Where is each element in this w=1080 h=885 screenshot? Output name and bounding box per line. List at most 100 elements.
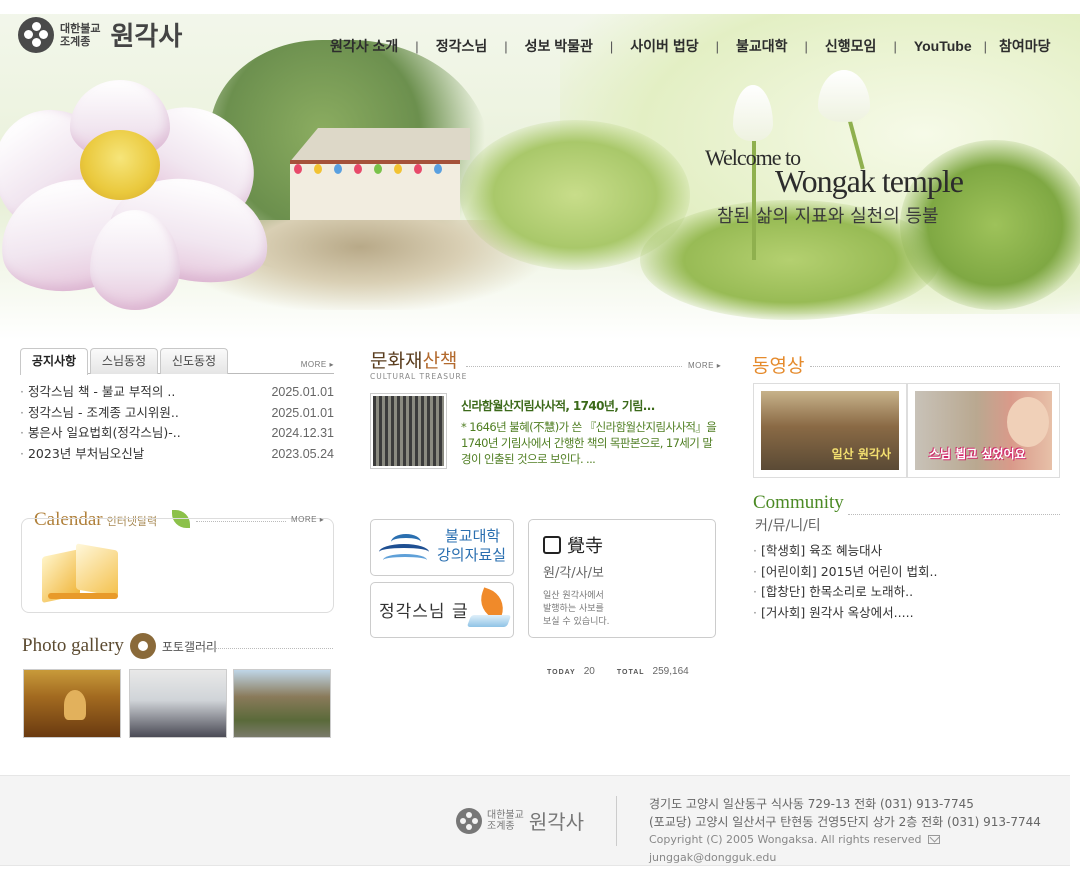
tab-notice[interactable]: 공지사항 [20,348,88,375]
welcome-text: Welcome to Wongak temple 참된 삶의 지표와 실천의 등… [705,145,964,228]
nav-item-monk[interactable]: 정각스님 [436,36,488,56]
divider [810,366,1060,367]
gallery-photo-2[interactable] [129,669,227,738]
list-item[interactable]: [학생회] 육조 혜능대사 [753,541,937,562]
footer-copyright: Copyright (C) 2005 Wongaksa. All rights … [649,833,922,846]
list-item[interactable]: 정각스님 - 조계종 고시위원.. 2025.01.01 [20,403,334,424]
lantern [294,164,302,174]
nav-separator: | [983,38,988,54]
list-item[interactable]: [거사회] 원각사 옥상에서..... [753,603,937,624]
person-image [1007,397,1049,447]
welcome-line-2: Wongak temple [775,163,964,199]
footer-logo-sub-2: 조계종 [487,820,515,832]
tab-monk-news[interactable]: 스님동정 [90,348,158,374]
temple-roof [291,128,470,160]
heritage-body: * 1646년 불혜(不慧)가 쓴 『신라함월산지림사사적』을 1740년 기림… [461,420,717,466]
gallery-photo-1[interactable] [23,669,121,738]
nav-item-youtube[interactable]: YouTube [914,38,972,54]
heritage-headline[interactable]: 신라함월산지림사사적, 1740년, 기림... [461,397,655,414]
list-item[interactable]: [어린이회] 2015년 어린이 법회.. [753,562,937,583]
footer-emblem-icon [456,807,482,834]
bulletin-banner[interactable]: 覺寺 원/각/사/보 일산 원각사에서 발행하는 사보를 보실 수 있습니다. [528,519,716,638]
nav-item-cyber-hall[interactable]: 사이버 법당 [630,36,698,56]
video-caption-1: 일산 원각사 [831,447,891,461]
logo-subtitle: 대한불교 조계종 [60,22,100,48]
notice-more-link[interactable]: MORE ▸ [301,360,334,369]
logo-emblem-icon [18,16,54,53]
logo-name: 원각사 [110,22,183,52]
community-list: [학생회] 육조 혜능대사 [어린이회] 2015년 어린이 법회.. [합창단… [753,541,937,623]
notice-title: 정각스님 - 조계종 고시위원.. [20,403,179,424]
heritage-subtitle: CULTURAL TREASURE [370,372,468,381]
calendar-box[interactable] [21,518,334,613]
gallery-title-en: Photo gallery [22,635,124,656]
nav-item-museum[interactable]: 성보 박물관 [525,36,593,56]
video-title: 동영상 [752,355,805,377]
footer-divider [616,796,617,846]
footer: 대한불교 조계종 원각사 경기도 고양시 일산동구 식사동 729-13 전화 … [0,775,1070,866]
main-navigation: 원각사 소개 | 정각스님 | 성보 박물관 | 사이버 법당 | 불교대학 |… [330,36,1051,56]
footer-logo: 대한불교 조계종 원각사 [456,806,584,835]
video-image-2: 스님 뵙고 싶었어요 [915,391,1052,470]
bulletin-subtitle: 원/각/사/보 [543,566,604,581]
page: 대한불교 조계종 원각사 원각사 소개 | 정각스님 | 성보 박물관 | 사이… [0,0,1080,885]
lantern [394,164,402,174]
lotus-flower-image [0,70,290,320]
nav-item-about[interactable]: 원각사 소개 [330,36,398,56]
footer-info: 경기도 고양시 일산동구 식사동 729-13 전화 (031) 913-774… [649,795,1070,867]
notice-title: 정각스님 책 - 불교 부적의 .. [20,382,175,403]
heritage-title: 문화재산책 [370,346,457,373]
site-logo[interactable]: 대한불교 조계종 원각사 [18,16,182,53]
list-item[interactable]: 2023년 부처님오신날 2023.05.24 [20,444,334,465]
nav-item-groups[interactable]: 신행모임 [825,36,877,56]
top-band [0,0,1080,14]
video-caption-2: 스님 뵙고 싶었어요 [929,447,1026,461]
notice-title: 2023년 부처님오신날 [20,444,144,465]
nav-separator: | [893,38,897,54]
bulletin-desc-2: 발행하는 사보를 [543,604,604,614]
footer-logo-name: 원각사 [528,810,585,834]
list-item[interactable]: 정각스님 책 - 불교 부적의 .. 2025.01.01 [20,382,334,403]
notice-date: 2023.05.24 [271,446,334,461]
nav-item-participation[interactable]: 참여마당 [999,36,1051,56]
video-thumbnail-1[interactable]: 일산 원각사 [753,383,907,478]
college-lecture-banner[interactable]: 불교대학 강의자료실 [370,519,514,576]
footer-email[interactable]: junggak@dongguk.edu [649,851,776,864]
heritage-title-b: 산책 [422,350,458,372]
visitor-counter: TODAY 20 TOTAL 259,164 [547,666,689,677]
nav-separator: | [804,38,808,54]
list-item[interactable]: [합창단] 한목소리로 노래하.. [753,582,937,603]
video-thumbnail-2[interactable]: 스님 뵙고 싶었어요 [907,383,1060,478]
book-icon [38,543,120,604]
gallery-title: Photo gallery 포토갤러리 [22,633,217,659]
flower-icon [129,633,156,659]
writing-banner-text: 정각스님 글 [379,602,469,622]
community-title-kr: 커/뮤/니/티 [755,518,821,534]
hero-banner: 대한불교 조계종 원각사 원각사 소개 | 정각스님 | 성보 박물관 | 사이… [0,0,1080,340]
tab-member-news[interactable]: 신도동정 [160,348,228,374]
total-label: TOTAL [616,669,645,676]
lantern [354,164,362,174]
bulletin-title-text: 覺寺 [567,536,603,557]
lantern [334,164,342,174]
lantern [374,164,382,174]
gallery-photo-3[interactable] [233,669,331,738]
lantern [314,164,322,174]
photo-figure [64,690,86,720]
welcome-slogan: 참된 삶의 지표와 실천의 등불 [717,206,939,227]
bulletin-box-icon [543,536,561,554]
notice-list: 정각스님 책 - 불교 부적의 .. 2025.01.01 정각스님 - 조계종 … [20,382,334,464]
lotus-center [80,130,160,200]
monk-writing-banner[interactable]: 정각스님 글 [370,582,514,638]
bulletin-description: 일산 원각사에서 발행하는 사보를 보실 수 있습니다. [543,590,610,629]
bulletin-desc-1: 일산 원각사에서 [543,591,604,601]
list-item[interactable]: 봉은사 일요법회(정각스님)-.. 2024.12.31 [20,423,334,444]
lantern [414,164,422,174]
heritage-image[interactable] [370,393,447,469]
nav-item-college[interactable]: 불교대학 [736,36,788,56]
mail-icon [927,835,940,844]
community-title: Community [753,492,844,513]
today-count: 20 [583,666,595,677]
heritage-image-content [373,396,444,466]
temple-image [280,128,470,228]
